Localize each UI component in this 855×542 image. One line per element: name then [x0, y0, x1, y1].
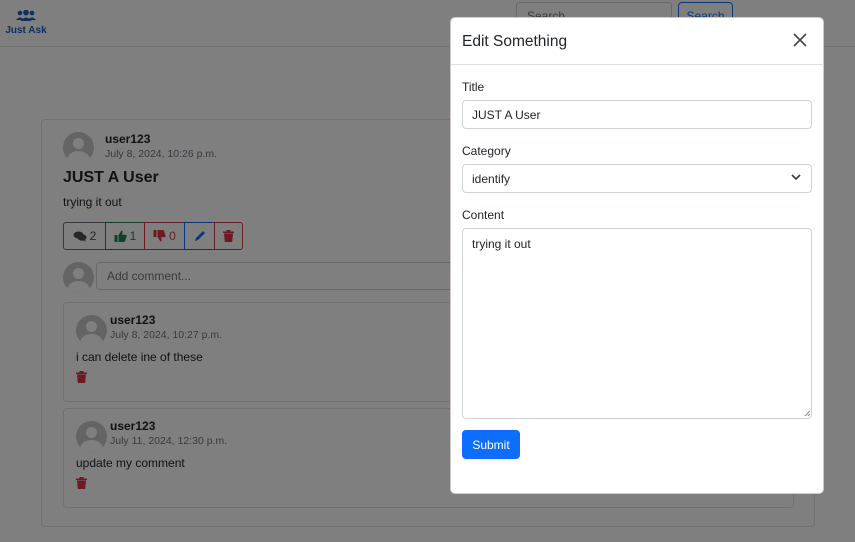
close-icon [793, 32, 807, 47]
modal-title: Edit Something [462, 33, 568, 50]
modal-header: Edit Something [451, 18, 823, 65]
category-select[interactable]: identify [462, 164, 812, 193]
close-button[interactable] [791, 32, 809, 50]
resize-grip-icon[interactable] [804, 410, 811, 417]
category-label: Category [462, 144, 511, 158]
chevron-down-icon [791, 174, 801, 181]
category-value: identify [472, 172, 511, 186]
title-input[interactable] [462, 100, 812, 129]
content-label: Content [462, 208, 505, 222]
edit-modal: Edit Something Title Category identify C… [450, 17, 824, 494]
submit-button[interactable]: Submit [462, 430, 520, 459]
title-label: Title [462, 80, 485, 94]
content-textarea[interactable]: trying it out [462, 228, 812, 419]
